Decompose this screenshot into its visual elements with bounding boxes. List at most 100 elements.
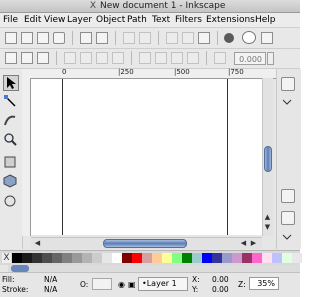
menu-object[interactable]: Object xyxy=(96,14,125,26)
inkscape-window: X New document 1 - Inkscape File Edit Vi… xyxy=(0,0,302,297)
color-swatch[interactable] xyxy=(242,253,252,263)
rotate-ccw-icon[interactable] xyxy=(64,52,76,64)
zoom-drawing-icon[interactable] xyxy=(242,31,256,44)
cut-icon[interactable] xyxy=(182,32,194,44)
menu-edit[interactable]: Edit xyxy=(24,14,41,26)
palette-scrollbar[interactable] xyxy=(8,265,300,272)
eye-icon[interactable]: ◉ xyxy=(118,280,125,289)
color-swatch[interactable] xyxy=(282,253,292,263)
menu-extensions[interactable]: Extensions xyxy=(206,14,255,26)
color-swatch[interactable] xyxy=(162,253,172,263)
color-swatch[interactable] xyxy=(292,253,302,263)
color-swatch[interactable] xyxy=(232,253,242,263)
3d-box-tool[interactable] xyxy=(3,174,19,190)
open-document-icon[interactable] xyxy=(21,32,33,44)
deselect-icon[interactable] xyxy=(37,52,49,64)
opacity-input[interactable] xyxy=(92,278,112,290)
horizontal-scroll-thumb[interactable] xyxy=(103,239,187,248)
export-icon[interactable] xyxy=(96,32,108,44)
rotate-cw-icon[interactable] xyxy=(80,52,92,64)
color-swatch[interactable] xyxy=(182,253,192,263)
scroll-down-icon[interactable]: ▼ xyxy=(263,223,272,232)
copy-icon[interactable] xyxy=(166,32,178,44)
color-swatch[interactable] xyxy=(212,253,222,263)
color-swatch[interactable] xyxy=(52,253,62,263)
color-swatch[interactable] xyxy=(202,253,212,263)
color-swatch[interactable] xyxy=(102,253,112,263)
expand-arrow-icon[interactable] xyxy=(281,231,295,245)
color-swatch[interactable] xyxy=(22,253,32,263)
snap-toggle-icon[interactable] xyxy=(281,77,295,91)
color-swatch[interactable] xyxy=(82,253,92,263)
flip-horizontal-icon[interactable] xyxy=(96,52,108,64)
color-swatch[interactable] xyxy=(112,253,122,263)
color-swatch[interactable] xyxy=(42,253,52,263)
vertical-scrollbar[interactable]: ▲ ▼ xyxy=(262,78,273,236)
menu-path[interactable]: Path xyxy=(127,14,147,26)
menu-help[interactable]: Help xyxy=(255,14,276,26)
vertical-ruler[interactable] xyxy=(22,78,31,236)
color-swatch[interactable] xyxy=(122,253,132,263)
snap-guide-icon[interactable] xyxy=(281,211,295,225)
ellipse-tool[interactable] xyxy=(3,194,19,210)
flip-vertical-icon[interactable] xyxy=(112,52,124,64)
color-swatch[interactable] xyxy=(192,253,202,263)
color-swatch[interactable] xyxy=(142,253,152,263)
save-document-icon[interactable] xyxy=(37,32,49,44)
color-swatch[interactable] xyxy=(262,253,272,263)
raise-icon[interactable] xyxy=(155,52,167,64)
color-swatch[interactable] xyxy=(92,253,102,263)
scroll-right-icon[interactable]: ▶ xyxy=(249,239,258,248)
raise-to-top-icon[interactable] xyxy=(139,52,151,64)
undo-icon[interactable] xyxy=(123,32,135,44)
color-swatch[interactable] xyxy=(172,253,182,263)
paste-icon[interactable] xyxy=(198,32,210,44)
vertical-scroll-thumb[interactable] xyxy=(264,146,272,172)
lock-icon[interactable]: ▣ xyxy=(128,280,136,289)
import-icon[interactable] xyxy=(80,32,92,44)
lower-to-bottom-icon[interactable] xyxy=(187,52,199,64)
selector-tool[interactable] xyxy=(3,75,19,91)
new-document-icon[interactable] xyxy=(5,32,17,44)
rectangle-tool[interactable] xyxy=(3,155,19,171)
redo-icon[interactable] xyxy=(139,32,151,44)
tweak-tool[interactable] xyxy=(3,113,19,129)
menu-text[interactable]: Text xyxy=(152,14,170,26)
horizontal-ruler[interactable]: 0 |250 |500 |750 xyxy=(22,68,276,79)
zoom-selection-icon[interactable] xyxy=(224,33,234,43)
drawing-canvas[interactable] xyxy=(31,79,262,235)
magnifier-icon xyxy=(4,133,17,146)
x-position-spinner[interactable] xyxy=(267,52,274,65)
node-tool[interactable] xyxy=(3,94,19,110)
color-swatch[interactable] xyxy=(12,253,22,263)
color-swatch[interactable] xyxy=(72,253,82,263)
menu-filters[interactable]: Filters xyxy=(175,14,202,26)
horizontal-scrollbar[interactable]: ◀ ◀ ▶ xyxy=(31,237,262,249)
select-all-layers-icon[interactable] xyxy=(21,52,33,64)
no-paint-swatch[interactable]: X xyxy=(2,253,11,263)
menu-file[interactable]: File xyxy=(3,14,18,26)
lower-icon[interactable] xyxy=(171,52,183,64)
color-swatch[interactable] xyxy=(132,253,142,263)
print-icon[interactable] xyxy=(53,32,65,44)
zoom-input[interactable]: 35% xyxy=(249,277,279,290)
scroll-left-icon[interactable]: ◀ xyxy=(239,239,248,248)
snap-nodes-icon[interactable] xyxy=(281,189,295,203)
expand-arrow-icon[interactable] xyxy=(281,96,295,110)
color-swatch[interactable] xyxy=(272,253,282,263)
select-all-icon[interactable] xyxy=(5,52,17,64)
menu-view[interactable]: View xyxy=(44,14,65,26)
palette-scroll-thumb[interactable] xyxy=(11,265,29,272)
menu-layer[interactable]: Layer xyxy=(67,14,92,26)
color-swatch[interactable] xyxy=(222,253,232,263)
scroll-left-icon[interactable]: ◀ xyxy=(33,239,42,248)
zoom-tool[interactable] xyxy=(3,132,19,148)
color-swatch[interactable] xyxy=(62,253,72,263)
color-swatch[interactable] xyxy=(252,253,262,263)
layer-selector[interactable]: •Layer 1 xyxy=(138,277,188,291)
x-position-input[interactable]: 0.000 xyxy=(234,52,266,65)
color-swatch[interactable] xyxy=(32,253,42,263)
color-swatch[interactable] xyxy=(152,253,162,263)
zoom-page-icon[interactable] xyxy=(261,32,273,44)
scroll-up-icon[interactable]: ▲ xyxy=(263,213,272,222)
